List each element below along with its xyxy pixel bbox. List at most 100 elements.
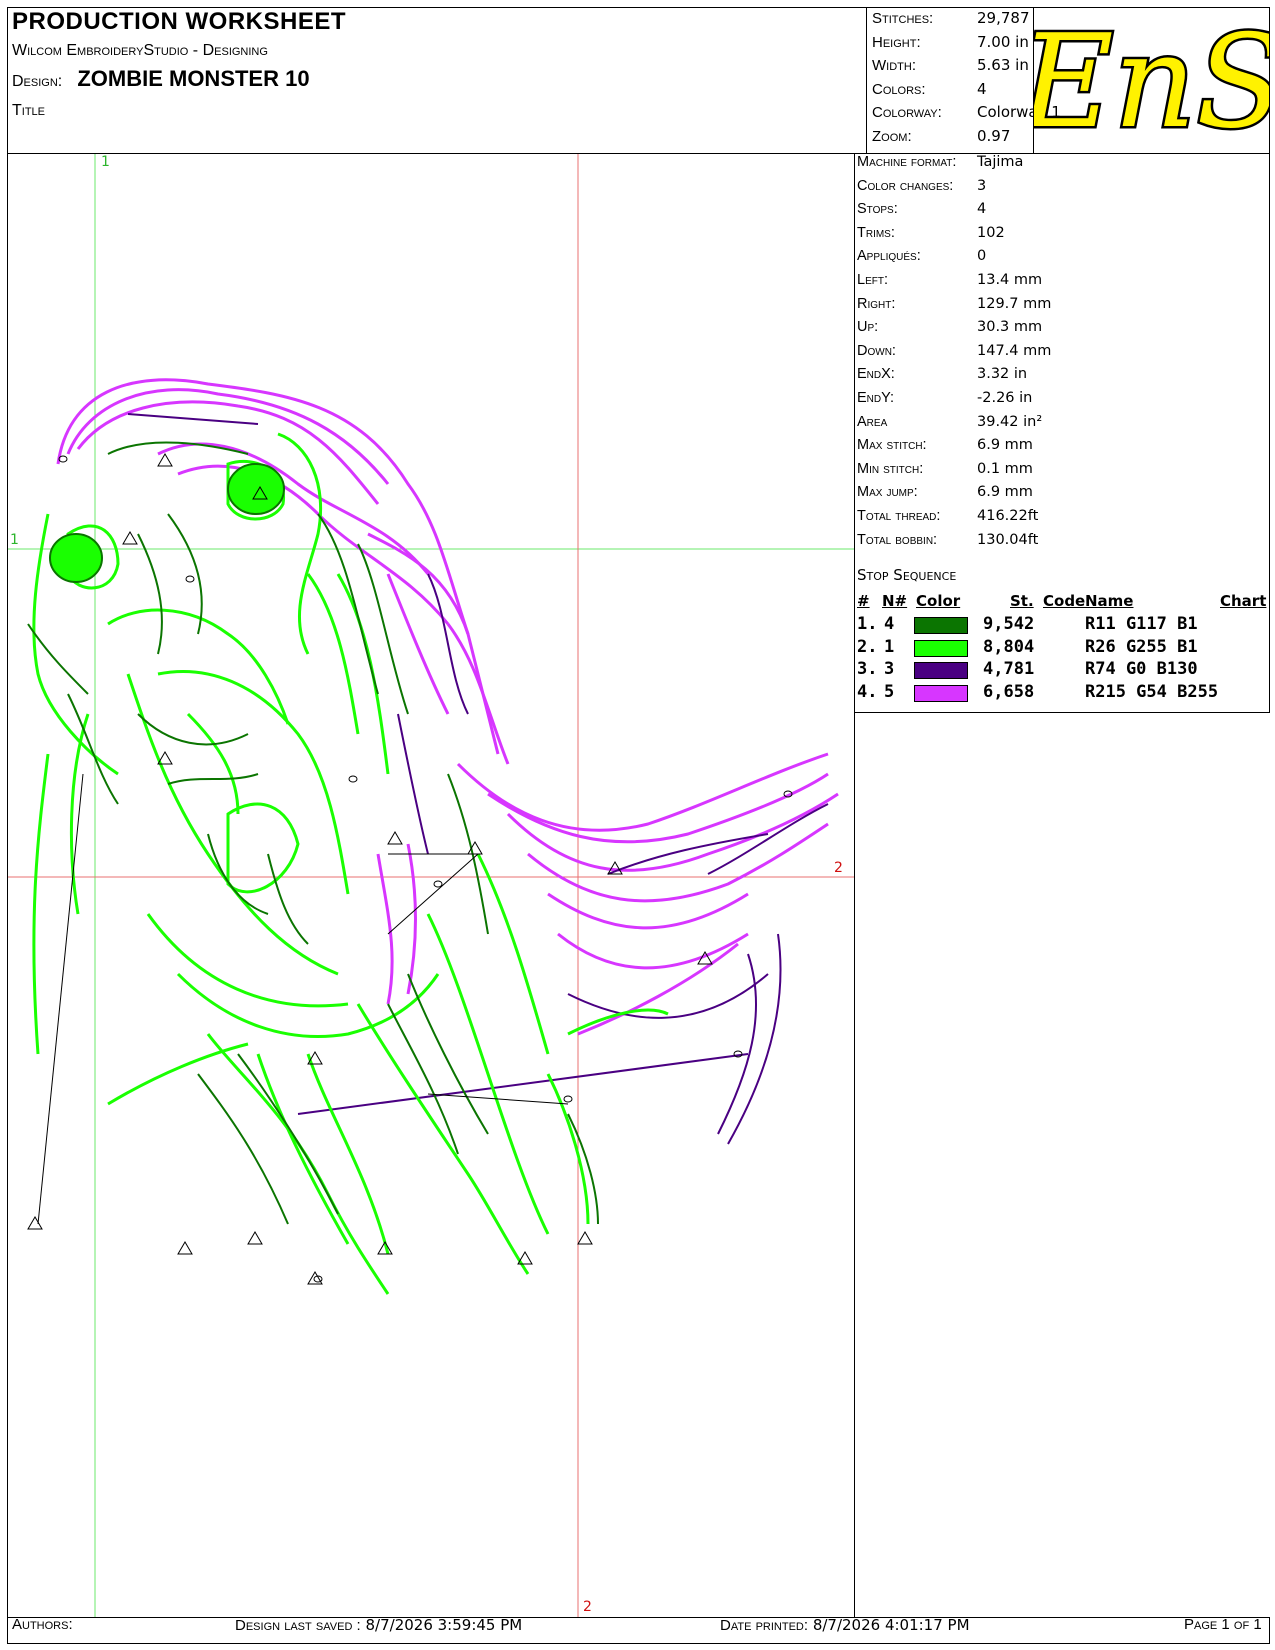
seq-row-color-swatch bbox=[914, 639, 968, 657]
footer-printed-label: Date printed: bbox=[720, 1617, 809, 1634]
logo: EnS bbox=[1016, 6, 1275, 160]
info-label: Down: bbox=[857, 342, 896, 359]
info-row: Left: 13.4 mm bbox=[857, 272, 1042, 295]
info-row: Min stitch: 0.1 mm bbox=[857, 461, 1033, 484]
info-row: Max stitch: 6.9 mm bbox=[857, 437, 1033, 460]
jump-markers bbox=[27, 453, 793, 1285]
seq-row-stitches: 8,804 bbox=[983, 636, 1035, 657]
dark-green-stitches bbox=[27, 441, 599, 1225]
info-value: 0 bbox=[977, 248, 987, 265]
info-value: 13.4 mm bbox=[977, 272, 1043, 288]
info-row: Stops: 4 bbox=[857, 201, 986, 224]
seq-row-color-swatch bbox=[914, 662, 968, 679]
footer-saved-value: 8/7/2026 3:59:45 PM bbox=[365, 1616, 523, 1634]
guide-label-v1: 1 bbox=[101, 154, 110, 170]
info-row: Right: 129.7 mm bbox=[857, 296, 1051, 319]
info-value: 130.04ft bbox=[977, 531, 1039, 548]
info-value: 30.3 mm bbox=[977, 319, 1043, 336]
info-value: -2.26 in bbox=[977, 390, 1033, 406]
stat-row: Colors: 4 bbox=[872, 80, 987, 98]
info-value: 129.7 mm bbox=[977, 295, 1052, 312]
info-row: Trims: 102 bbox=[857, 225, 1005, 248]
header-stats-divider bbox=[866, 7, 867, 154]
info-label: Trims: bbox=[857, 224, 895, 241]
seq-row-needle: 3 bbox=[884, 659, 895, 679]
info-value: 102 bbox=[977, 224, 1005, 241]
info-label: EndX: bbox=[857, 366, 895, 383]
seq-row-num: 2. bbox=[857, 636, 878, 657]
seq-header-code: Code bbox=[1043, 592, 1086, 610]
seq-row-num: 3. bbox=[857, 659, 878, 679]
stat-value: 5.63 in bbox=[977, 56, 1029, 74]
stat-row: Width: 5.63 in bbox=[872, 56, 1029, 74]
info-label: Machine format: bbox=[857, 154, 957, 170]
stat-row: Height: 7.00 in bbox=[872, 33, 1029, 51]
seq-header-num: # bbox=[857, 592, 870, 610]
design-name: ZOMBIE MONSTER 10 bbox=[77, 66, 310, 91]
footer-saved: Design last saved : 8/7/2026 3:59:45 PM bbox=[235, 1616, 522, 1634]
info-row: Max jump: 6.9 mm bbox=[857, 484, 1033, 507]
seq-header-chart: Chart bbox=[1220, 592, 1267, 610]
stat-value: 4 bbox=[977, 79, 987, 98]
info-label: Total thread: bbox=[857, 508, 941, 524]
title-label: Title bbox=[12, 102, 46, 119]
info-row: Color changes: 3 bbox=[857, 178, 986, 201]
info-row: Total thread: 416.22ft bbox=[857, 508, 1038, 531]
footer-saved-label: Design last saved : bbox=[235, 1617, 361, 1634]
stat-row: Zoom: 0.97 bbox=[872, 127, 1010, 145]
seq-row-needle: 4 bbox=[884, 614, 895, 634]
guide-label-h2: 2 bbox=[834, 860, 843, 876]
info-value: 147.4 mm bbox=[977, 342, 1052, 359]
guide-label-h1: 1 bbox=[10, 532, 19, 548]
info-row: Area 39.42 in² bbox=[857, 414, 1042, 437]
info-value: 416.22ft bbox=[977, 508, 1039, 524]
info-row: Machine format: Tajima bbox=[857, 154, 1023, 177]
info-value: 6.9 mm bbox=[977, 437, 1033, 454]
stat-label: Colorway: bbox=[872, 104, 942, 121]
seq-row-name: R11 G117 B1 bbox=[1085, 614, 1198, 634]
seq-row-stitches: 4,781 bbox=[983, 659, 1035, 679]
seq-row-num: 4. bbox=[857, 681, 878, 702]
info-row: EndX: 3.32 in bbox=[857, 366, 1027, 389]
eye-fills bbox=[49, 463, 285, 583]
info-label: Max jump: bbox=[857, 484, 918, 501]
seq-row-stitches: 6,658 bbox=[983, 681, 1035, 702]
stat-value: 7.00 in bbox=[977, 32, 1029, 51]
info-label: Min stitch: bbox=[857, 460, 924, 477]
info-label: Right: bbox=[857, 295, 896, 312]
info-value: 3 bbox=[977, 177, 987, 194]
embroidery-design bbox=[27, 378, 839, 1295]
info-value: 39.42 in² bbox=[977, 413, 1043, 430]
info-label: Appliqués: bbox=[857, 248, 921, 265]
seq-row-needle: 1 bbox=[884, 636, 895, 657]
info-value: 3.32 in bbox=[977, 366, 1028, 383]
info-value: Tajima bbox=[977, 154, 1024, 170]
seq-header-color: Color bbox=[916, 592, 961, 610]
info-row: Appliqués: 0 bbox=[857, 248, 986, 271]
stat-label: Colors: bbox=[872, 80, 926, 98]
seq-row-name: R26 G255 B1 bbox=[1085, 636, 1198, 657]
footer-printed-value: 8/7/2026 4:01:17 PM bbox=[812, 1616, 970, 1634]
seq-row-name: R74 G0 B130 bbox=[1085, 659, 1198, 679]
info-label: Area bbox=[857, 413, 888, 430]
footer-frame bbox=[7, 1617, 1270, 1644]
stat-label: Height: bbox=[872, 33, 921, 51]
info-row: Down: 147.4 mm bbox=[857, 343, 1051, 366]
footer-printed: Date printed: 8/7/2026 4:01:17 PM bbox=[720, 1616, 970, 1634]
info-label: Color changes: bbox=[857, 177, 954, 194]
footer-page: Page 1 of 1 bbox=[1184, 1616, 1262, 1633]
info-label: Total bobbin: bbox=[857, 531, 938, 548]
info-value: 4 bbox=[977, 201, 987, 218]
stat-label: Zoom: bbox=[872, 127, 912, 145]
seq-row-color-swatch bbox=[914, 617, 968, 634]
info-label: Stops: bbox=[857, 201, 898, 218]
bright-green-stitches bbox=[32, 432, 669, 1295]
seq-row-needle: 5 bbox=[884, 681, 895, 702]
info-value: 6.9 mm bbox=[977, 484, 1033, 501]
info-label: Max stitch: bbox=[857, 437, 927, 454]
stat-label: Stitches: bbox=[872, 10, 934, 27]
logo-text: EnS bbox=[1034, 8, 1269, 153]
seq-header-name: Name bbox=[1085, 592, 1134, 610]
seq-row-num: 1. bbox=[857, 614, 878, 634]
seq-row-stitches: 9,542 bbox=[983, 614, 1035, 634]
